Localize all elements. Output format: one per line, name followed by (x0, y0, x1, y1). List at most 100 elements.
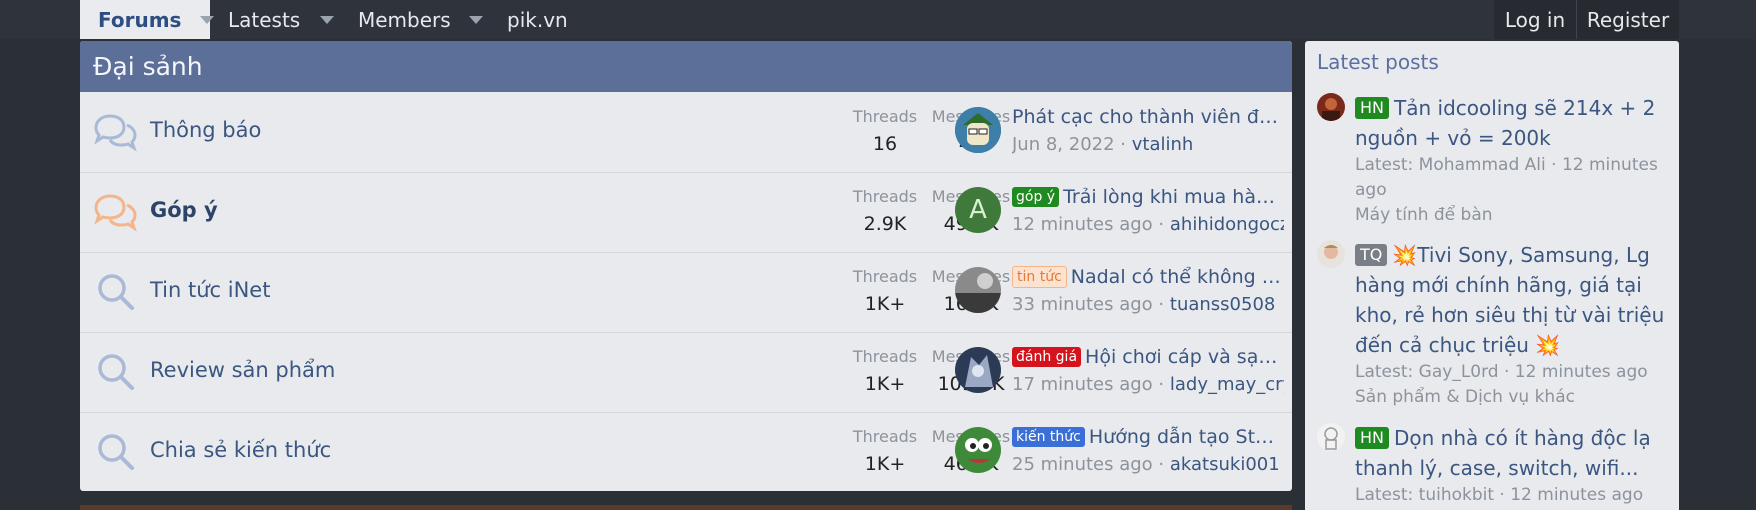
threads-count: 2.9K (863, 213, 907, 235)
chevron-down-icon[interactable] (320, 15, 335, 24)
forum-title-link[interactable]: Góp ý (150, 198, 218, 222)
latest-post-forum[interactable]: Máy tính để bàn (1355, 203, 1667, 228)
avatar[interactable] (955, 347, 1001, 393)
avatar[interactable] (1317, 423, 1345, 451)
forum-category-block: Đại sảnh Thông báo Threads 16 Messages 4… (80, 41, 1292, 491)
nav-forums-label: Forums (98, 7, 182, 32)
last-post-user[interactable]: vtalinh (1132, 134, 1194, 155)
prefix-tag-tin-tuc: tin tức (1012, 266, 1067, 288)
nav-forums[interactable]: Forums (80, 0, 215, 39)
prefix-tag-danh-gia: đánh giá (1012, 347, 1082, 367)
forum-row: Review sản phẩm Threads 1K+ Messages 109… (80, 332, 1292, 413)
forum-title-link[interactable]: Review sản phẩm (150, 358, 335, 382)
last-post-meta: 12 minutes ago · ahihidongocz (1012, 214, 1284, 235)
avatar[interactable] (1317, 240, 1345, 268)
chat-bubbles-icon (92, 192, 138, 232)
register-label: Register (1586, 7, 1670, 32)
threads-label: Threads (852, 267, 918, 286)
nav-site-link[interactable]: pik.vn (507, 0, 568, 39)
latest-post-forum[interactable]: Sản phẩm & Dịch vụ khác (1355, 385, 1667, 410)
forum-row: Góp ý Threads 2.9K Messages 49.6K A góp … (80, 172, 1292, 253)
last-post-time[interactable]: 12 minutes ago (1012, 214, 1153, 235)
avatar[interactable] (1317, 93, 1345, 121)
spark-icon: 💥 (1535, 333, 1561, 357)
latest-post-title-text: Tản idcooling sẽ 214x + 2 nguồn + vỏ = 2… (1355, 96, 1656, 150)
forum-title-link[interactable]: Tin tức iNet (150, 278, 270, 302)
last-post-time[interactable]: 17 minutes ago (1012, 374, 1153, 395)
category-title: Đại sảnh (93, 52, 203, 81)
latest-post-meta[interactable]: Latest: Mohammad Ali · 12 minutes ago (1355, 153, 1667, 203)
last-post-time[interactable]: 25 minutes ago (1012, 454, 1153, 475)
meta-separator: · (1120, 134, 1127, 155)
threads-label: Threads (852, 187, 918, 206)
last-post-user[interactable]: akatsuki001 (1170, 454, 1280, 475)
search-icon (92, 272, 138, 312)
sidebar-title[interactable]: Latest posts (1317, 50, 1439, 74)
last-post-title[interactable]: Phát cạc cho thành viên đăng... (1012, 106, 1284, 128)
latest-post-title-text: Dọn nhà có ít hàng độc lạ thanh lý, case… (1355, 426, 1651, 480)
threads-label: Threads (852, 347, 918, 366)
nav-latests-label: Latests (228, 7, 301, 32)
last-post-title[interactable]: đánh giá Hội chơi cáp và sạc - ... (1012, 346, 1284, 368)
meta-separator: · (1158, 454, 1165, 475)
avatar[interactable] (955, 107, 1001, 153)
forum-row: Chia sẻ kiến thức Threads 1K+ Messages 4… (80, 412, 1292, 491)
prefix-tag-tq: TQ (1355, 244, 1388, 266)
prefix-tag-hn: HN (1355, 97, 1389, 119)
latest-post-title[interactable]: TQ 💥Tivi Sony, Samsung, Lg hàng mới chính… (1355, 240, 1667, 360)
chevron-down-icon[interactable] (468, 15, 483, 24)
forum-title-link[interactable]: Chia sẻ kiến thức (150, 438, 331, 462)
nav-latests[interactable]: Latests (228, 0, 335, 39)
latest-post-meta[interactable]: Latest: tuihokbit · 12 minutes ago (1355, 483, 1667, 508)
forum-row: Thông báo Threads 16 Messages 40 Phát cạ… (80, 92, 1292, 173)
prefix-tag-hn: HN (1355, 427, 1389, 449)
last-post-title-text: Nadal có thể không dự ... (1070, 266, 1284, 288)
forum-row: Tin tức iNet Threads 1K+ Messages 16.3K … (80, 252, 1292, 333)
meta-separator: · (1158, 374, 1165, 395)
forum-title-link[interactable]: Thông báo (150, 118, 261, 142)
threads-count: 1K+ (864, 293, 906, 315)
last-post-title-text: Trải lòng khi mua hàng ... (1063, 186, 1284, 208)
latest-post-meta[interactable]: Latest: Gay_L0rd · 12 minutes ago (1355, 360, 1667, 385)
register-button[interactable]: Register (1577, 0, 1679, 39)
last-post-time[interactable]: 33 minutes ago (1012, 294, 1153, 315)
last-post-user[interactable]: lady_may_cry (1170, 374, 1284, 395)
threads-label: Threads (852, 107, 918, 126)
last-post-title[interactable]: góp ý Trải lòng khi mua hàng ... (1012, 186, 1284, 208)
latest-post-title[interactable]: HN Dọn nhà có ít hàng độc lạ thanh lý, ca… (1355, 423, 1667, 483)
latest-posts-sidebar: Latest posts HN Tản idcooling sẽ 214x + 2… (1305, 41, 1679, 510)
chat-bubbles-icon (92, 112, 138, 152)
avatar[interactable] (955, 427, 1001, 473)
last-post-meta: 25 minutes ago · akatsuki001 (1012, 454, 1284, 475)
chevron-down-icon[interactable] (200, 15, 215, 24)
meta-separator: · (1158, 214, 1165, 235)
last-post-title[interactable]: kiến thức Hướng dẫn tạo Stea... (1012, 426, 1284, 448)
category-header[interactable]: Đại sảnh (80, 41, 1292, 92)
threads-count: 1K+ (864, 373, 906, 395)
login-label: Log in (1504, 7, 1566, 32)
nav-members-label: Members (358, 7, 451, 32)
prefix-tag-gop-y: góp ý (1012, 187, 1060, 207)
avatar-letter: A (969, 195, 987, 225)
login-button[interactable]: Log in (1494, 0, 1576, 39)
latest-post-body: TQ 💥Tivi Sony, Samsung, Lg hàng mới chính… (1355, 240, 1667, 410)
last-post-user[interactable]: ahihidongocz (1170, 214, 1284, 235)
avatar[interactable] (955, 267, 1001, 313)
avatar[interactable]: A (955, 187, 1001, 233)
latest-post-title[interactable]: HN Tản idcooling sẽ 214x + 2 nguồn + vỏ =… (1355, 93, 1667, 153)
last-post-title[interactable]: tin tứcNadal có thể không dự ... (1012, 266, 1284, 288)
threads-label: Threads (852, 427, 918, 446)
last-post-time[interactable]: Jun 8, 2022 (1012, 134, 1115, 155)
latest-post-body: HN Tản idcooling sẽ 214x + 2 nguồn + vỏ =… (1355, 93, 1667, 228)
banner-strip[interactable] (80, 505, 1292, 510)
last-post-user[interactable]: tuanss0508 (1170, 294, 1275, 315)
search-icon (92, 432, 138, 472)
prefix-tag-kien-thuc: kiến thức (1012, 427, 1085, 447)
nav-members[interactable]: Members (358, 0, 483, 39)
last-post-title-text: Hội chơi cáp và sạc - ... (1085, 346, 1284, 368)
latest-post-body: HN Dọn nhà có ít hàng độc lạ thanh lý, ca… (1355, 423, 1667, 508)
threads-count: 1K+ (864, 453, 906, 475)
last-post-meta: 33 minutes ago · tuanss0508 (1012, 294, 1284, 315)
threads-count: 16 (872, 133, 898, 155)
last-post-meta: Jun 8, 2022 · vtalinh (1012, 134, 1284, 155)
